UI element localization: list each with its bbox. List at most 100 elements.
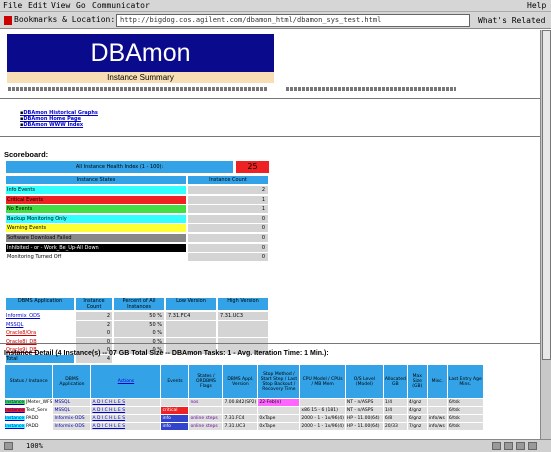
- state-count: 1: [188, 205, 268, 214]
- detail-header-cell: Misc.: [426, 364, 448, 399]
- version-cell: 7.31.UC3: [222, 422, 259, 431]
- dbms-high-version: [218, 329, 268, 338]
- detail-header-cell: Status / Instance: [3, 364, 54, 399]
- max-size-cell: 7/gnz: [406, 422, 428, 431]
- menu-view[interactable]: View: [51, 1, 70, 10]
- navigator-icon[interactable]: [516, 442, 525, 450]
- age-cell: 6/tsk: [446, 414, 484, 423]
- status-cell[interactable]: Instance JMeter_WFS: [3, 398, 54, 407]
- os-cell: NT - n/ASPS: [344, 398, 384, 407]
- dbms-high-version: 7.31.UC3: [218, 312, 268, 320]
- misc-cell: [426, 406, 448, 415]
- states-cell: [188, 406, 224, 415]
- detail-header-row: Status / Instance DBMS Application Actions…: [3, 364, 484, 399]
- detail-header-cell: Last Entry Age Mins.: [446, 364, 484, 399]
- state-label: Monitoring Turned Off: [6, 253, 186, 262]
- misc-cell: info/ws: [426, 422, 448, 431]
- cpu-cell: 2000 - 1 - 1x/96(4): [299, 422, 346, 431]
- states-cell: online steps: [188, 422, 224, 431]
- table-row: Instance PADD Informix-ODS A D I C H L E Si…: [3, 422, 484, 431]
- menu-communicator[interactable]: Communicator: [92, 1, 150, 10]
- state-label: Critical Events: [6, 195, 186, 204]
- events-cell[interactable]: [160, 398, 190, 407]
- os-cell: HP - 11.00(64): [344, 422, 384, 431]
- status-instance: Instance PADD: [5, 416, 52, 421]
- vertical-scrollbar[interactable]: [540, 30, 551, 439]
- menu-go[interactable]: Go: [76, 1, 86, 10]
- dbms-app-link[interactable]: Informix_ODS: [6, 312, 74, 320]
- events-cell[interactable]: info: [160, 414, 190, 423]
- bookmark-icon[interactable]: [4, 16, 12, 25]
- stop-method-cell: 0xTape: [257, 422, 301, 431]
- dbms-app-link[interactable]: Oracle8i_DB: [6, 338, 74, 346]
- allocated-cell: 1/4: [382, 406, 408, 415]
- dbms-low-version: [166, 329, 216, 338]
- dbms-application: Informix-ODS: [52, 422, 92, 431]
- status-cell[interactable]: Instance PADD: [3, 414, 54, 423]
- status-badge[interactable]: Instance: [5, 424, 25, 429]
- menu-file[interactable]: File: [3, 1, 22, 10]
- states-cell: online steps: [188, 414, 224, 423]
- mail-icon[interactable]: [492, 442, 501, 450]
- actions-links[interactable]: A D I C H L E S: [90, 422, 162, 431]
- status-cell[interactable]: Instance PADD: [3, 422, 54, 431]
- page-title: DBAmon: [7, 34, 274, 72]
- detail-header-cell: DBMS Appl. Version: [222, 364, 259, 399]
- page-content: DBAmon Instance Summary DBAmon Historica…: [0, 30, 540, 439]
- dbms-app-link[interactable]: Oracle8/Ora: [6, 329, 74, 337]
- events-cell[interactable]: info: [160, 422, 190, 431]
- detail-header-cell: Stop Method / Start Step / Last Stop Bac…: [257, 364, 301, 399]
- whats-related-button[interactable]: What's Related: [478, 14, 548, 27]
- events-cell[interactable]: critical: [160, 406, 190, 415]
- dbms-low-version: [166, 337, 216, 346]
- table-row: Instance PADD Informix-ODS A D I C H L E Si…: [3, 414, 484, 423]
- url-input[interactable]: http://bigdog.cos.agilent.com/dbamon_htm…: [116, 14, 470, 27]
- stop-method-cell: [257, 406, 301, 415]
- divider: [0, 136, 540, 137]
- security-icon[interactable]: [4, 442, 13, 450]
- cpu-cell: 2000 - 1 - 1x/96(4): [299, 414, 346, 423]
- status-badge[interactable]: Instance: [5, 400, 25, 405]
- instance-name: Test_Serv: [26, 408, 48, 413]
- state-count: 1: [188, 195, 268, 204]
- status-bar: 100%: [0, 439, 551, 452]
- misc-cell: info/ws: [426, 414, 448, 423]
- max-size-cell: 6/gnz: [406, 414, 428, 423]
- menu-help[interactable]: Help: [527, 1, 546, 10]
- detail-header-cell[interactable]: Actions: [90, 364, 162, 399]
- zoom-level: 100%: [26, 442, 43, 450]
- table-row: Instance JMeter_WFS MSSQL A D I C H L E S no…: [3, 398, 484, 407]
- state-count: 0: [188, 224, 268, 233]
- location-label[interactable]: Bookmarks & Location:: [14, 15, 115, 24]
- allocated-cell: 1/4: [382, 398, 408, 407]
- age-cell: 6/tsk: [446, 406, 484, 415]
- status-cell[interactable]: Instance Test_Serv: [3, 406, 54, 415]
- actions-links[interactable]: A D I C H L E S: [90, 414, 162, 423]
- dbms-app-link[interactable]: MSSQL: [6, 321, 74, 329]
- dbms-header: DBMS Application: [6, 298, 74, 310]
- status-badge[interactable]: Instance: [5, 408, 25, 413]
- stop-method-cell: 0xTape: [257, 414, 301, 423]
- dbms-high-version: [218, 320, 268, 329]
- nav-link-index[interactable]: DBAmon WWW Index: [20, 122, 98, 128]
- dbms-high-version: [218, 337, 268, 346]
- news-icon[interactable]: [528, 442, 537, 450]
- states-cell: nos: [188, 398, 224, 407]
- dbms-count: 0: [76, 329, 112, 338]
- status-badge[interactable]: Instance: [5, 416, 25, 421]
- state-label: Inhibited - or - Work_Be_Up-All Down: [6, 243, 186, 252]
- scrollbar-thumb[interactable]: [542, 30, 551, 360]
- max-size-cell: 4/gnz: [406, 398, 428, 407]
- instance-name: PADD: [26, 416, 39, 421]
- composer-icon[interactable]: [504, 442, 513, 450]
- page-subtitle: Instance Summary: [7, 72, 274, 83]
- menu-edit[interactable]: Edit: [28, 1, 47, 10]
- menu-bar: File Edit View Go Communicator Help: [0, 0, 551, 12]
- instance-detail-title: Instance Detail (4 Instance(s) -- 07 GB …: [4, 350, 329, 357]
- header-fine-print-right: [286, 87, 456, 91]
- dbms-count: 0: [76, 337, 112, 346]
- actions-links[interactable]: A D I C H L E S: [90, 406, 162, 415]
- version-cell: 7.00.842(SP2): [222, 398, 259, 407]
- stop-method-cell: 22-Feb(n): [257, 398, 301, 407]
- actions-links[interactable]: A D I C H L E S: [90, 398, 162, 407]
